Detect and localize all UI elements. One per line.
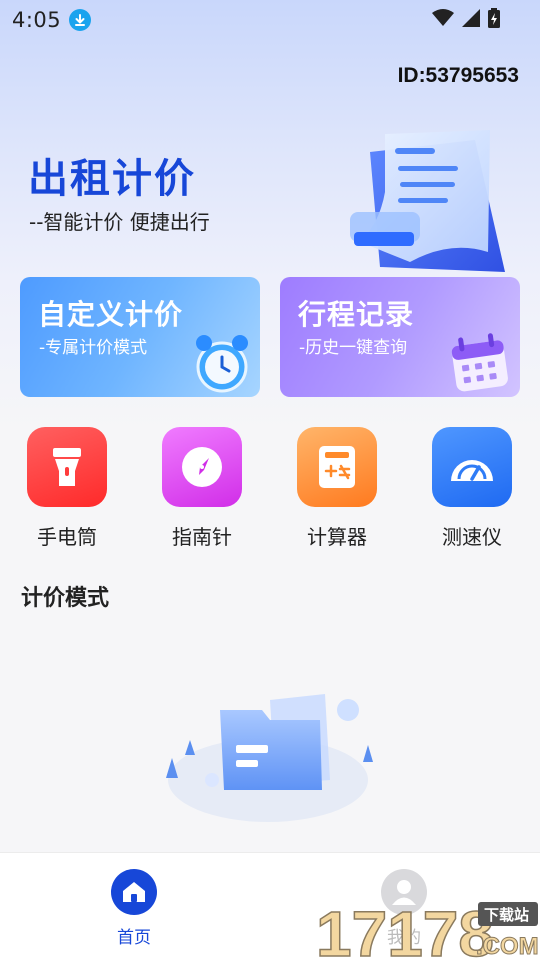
document-illustration-icon <box>350 130 505 272</box>
status-time: 4:05 <box>12 8 62 32</box>
home-icon <box>111 869 157 915</box>
battery-icon <box>488 8 500 32</box>
user-id: ID:53795653 <box>397 64 519 87</box>
page-subtitle: --智能计价 便捷出行 <box>29 210 210 234</box>
tool-compass[interactable]: 指南针 <box>152 427 252 550</box>
custom-pricing-title: 自定义计价 <box>38 298 184 331</box>
wifi-icon <box>432 9 454 31</box>
watermark-badge: 下载站 <box>484 906 529 924</box>
tab-home-label: 首页 <box>117 928 151 948</box>
tab-home[interactable]: 首页 <box>84 869 184 948</box>
status-bar: 4:05 <box>0 0 540 40</box>
signal-icon <box>462 9 480 31</box>
trip-history-subtitle: -历史一键查询 <box>299 338 408 358</box>
compass-icon <box>162 427 242 507</box>
tool-calculator[interactable]: 计算器 <box>287 427 387 550</box>
tool-speedometer[interactable]: 测速仪 <box>422 427 522 550</box>
page-title: 出租计价 <box>28 156 196 202</box>
watermark-suffix: .COM <box>476 933 539 960</box>
trip-history-title: 行程记录 <box>298 298 415 331</box>
download-icon <box>69 9 92 31</box>
custom-pricing-card[interactable]: 自定义计价 -专属计价模式 <box>20 277 260 397</box>
tool-flashlight[interactable]: 手电筒 <box>17 427 117 550</box>
calendar-icon <box>451 333 508 392</box>
tool-flashlight-label: 手电筒 <box>37 525 97 549</box>
tools-row: 手电筒 指南针 计算器 测速仪 <box>0 427 540 557</box>
alarm-clock-icon <box>196 335 248 393</box>
tool-compass-label: 指南针 <box>172 525 232 549</box>
watermark-number: 17178 <box>316 898 494 960</box>
tool-speedometer-label: 测速仪 <box>442 525 502 549</box>
trip-history-card[interactable]: 行程记录 -历史一键查询 <box>280 277 520 397</box>
custom-pricing-subtitle: -专属计价模式 <box>39 338 148 358</box>
flashlight-icon <box>27 427 107 507</box>
speedometer-icon <box>432 427 512 507</box>
tool-calculator-label: 计算器 <box>307 525 367 549</box>
site-watermark: 17178 下载站 .COM <box>316 898 539 960</box>
calculator-icon <box>297 427 377 507</box>
pricing-mode-title: 计价模式 <box>21 586 110 611</box>
empty-folder-icon <box>166 694 373 822</box>
